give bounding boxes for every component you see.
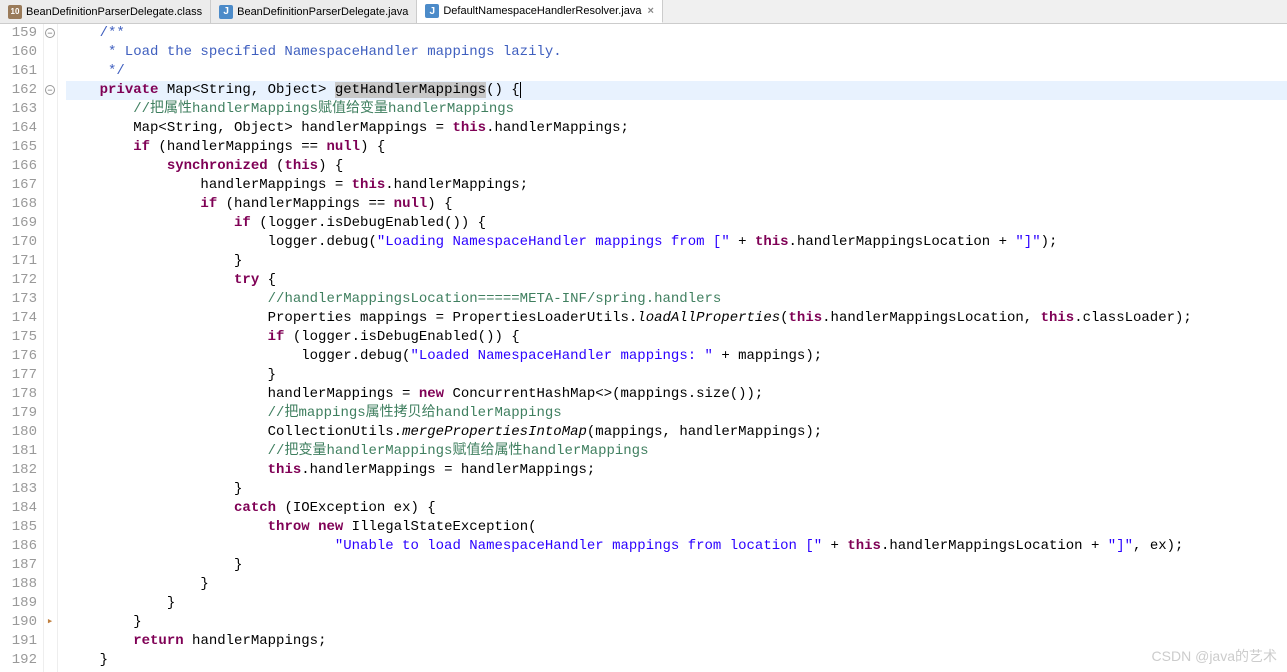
class-file-icon: 10: [8, 5, 22, 19]
folding-marker-gutter: − − ▸: [44, 24, 58, 672]
code-line[interactable]: Properties mappings = PropertiesLoaderUt…: [66, 309, 1287, 328]
fold-toggle-icon[interactable]: −: [45, 85, 55, 95]
line-number: 165: [0, 138, 37, 157]
code-line[interactable]: CollectionUtils.mergePropertiesIntoMap(m…: [66, 423, 1287, 442]
code-line[interactable]: return handlerMappings;: [66, 632, 1287, 651]
line-number: 170: [0, 233, 37, 252]
code-content[interactable]: /** * Load the specified NamespaceHandle…: [58, 24, 1287, 672]
line-number: 184: [0, 499, 37, 518]
line-number: 175: [0, 328, 37, 347]
line-number: 189: [0, 594, 37, 613]
line-number: 181: [0, 442, 37, 461]
tab-label: BeanDefinitionParserDelegate.class: [26, 6, 202, 18]
tab-0[interactable]: 10 BeanDefinitionParserDelegate.class: [0, 0, 211, 23]
code-line[interactable]: if (handlerMappings == null) {: [66, 195, 1287, 214]
line-number: 171: [0, 252, 37, 271]
code-line[interactable]: */: [66, 62, 1287, 81]
line-number: 177: [0, 366, 37, 385]
line-number: 174: [0, 309, 37, 328]
code-line[interactable]: if (logger.isDebugEnabled()) {: [66, 328, 1287, 347]
line-number: 169: [0, 214, 37, 233]
tab-label: BeanDefinitionParserDelegate.java: [237, 6, 408, 18]
code-line[interactable]: }: [66, 613, 1287, 632]
line-number: 178: [0, 385, 37, 404]
code-line[interactable]: //handlerMappingsLocation=====META-INF/s…: [66, 290, 1287, 309]
line-number: 159: [0, 24, 37, 43]
line-number: 176: [0, 347, 37, 366]
code-line[interactable]: handlerMappings = new ConcurrentHashMap<…: [66, 385, 1287, 404]
line-number: 185: [0, 518, 37, 537]
line-number: 180: [0, 423, 37, 442]
code-line[interactable]: }: [66, 594, 1287, 613]
line-number: 167: [0, 176, 37, 195]
line-number: 162: [0, 81, 37, 100]
line-number: 191: [0, 632, 37, 651]
code-line[interactable]: synchronized (this) {: [66, 157, 1287, 176]
code-line[interactable]: throw new IllegalStateException(: [66, 518, 1287, 537]
editor-tabs: 10 BeanDefinitionParserDelegate.class J Bea…: [0, 0, 1287, 24]
line-number: 173: [0, 290, 37, 309]
line-number: 161: [0, 62, 37, 81]
code-line[interactable]: handlerMappings = this.handlerMappings;: [66, 176, 1287, 195]
code-line[interactable]: }: [66, 575, 1287, 594]
tab-label: DefaultNamespaceHandlerResolver.java: [443, 5, 641, 17]
line-number: 183: [0, 480, 37, 499]
code-line[interactable]: /**: [66, 24, 1287, 43]
line-number-gutter: 1591601611621631641651661671681691701711…: [0, 24, 44, 672]
line-number: 186: [0, 537, 37, 556]
code-line[interactable]: if (logger.isDebugEnabled()) {: [66, 214, 1287, 233]
line-number: 192: [0, 651, 37, 670]
java-file-icon: J: [219, 5, 233, 19]
code-line[interactable]: }: [66, 366, 1287, 385]
code-line[interactable]: catch (IOException ex) {: [66, 499, 1287, 518]
line-number: 172: [0, 271, 37, 290]
line-number: 160: [0, 43, 37, 62]
override-marker-icon: ▸: [45, 617, 55, 627]
line-number: 190: [0, 613, 37, 632]
code-line[interactable]: }: [66, 556, 1287, 575]
code-line[interactable]: }: [66, 651, 1287, 670]
line-number: 164: [0, 119, 37, 138]
java-file-icon: J: [425, 4, 439, 18]
code-line[interactable]: this.handlerMappings = handlerMappings;: [66, 461, 1287, 480]
code-line[interactable]: }: [66, 480, 1287, 499]
line-number: 187: [0, 556, 37, 575]
line-number: 188: [0, 575, 37, 594]
line-number: 179: [0, 404, 37, 423]
line-number: 168: [0, 195, 37, 214]
tab-2[interactable]: J DefaultNamespaceHandlerResolver.java ×: [417, 0, 663, 23]
line-number: 182: [0, 461, 37, 480]
code-line[interactable]: //把mappings属性拷贝给handlerMappings: [66, 404, 1287, 423]
code-line[interactable]: logger.debug("Loaded NamespaceHandler ma…: [66, 347, 1287, 366]
editor-area: 1591601611621631641651661671681691701711…: [0, 24, 1287, 672]
watermark-text: CSDN @java的艺术: [1152, 646, 1277, 666]
code-line[interactable]: logger.debug("Loading NamespaceHandler m…: [66, 233, 1287, 252]
code-line[interactable]: //把变量handlerMappings赋值给属性handlerMappings: [66, 442, 1287, 461]
code-line[interactable]: private Map<String, Object> getHandlerMa…: [66, 81, 1287, 100]
code-line[interactable]: try {: [66, 271, 1287, 290]
tab-1[interactable]: J BeanDefinitionParserDelegate.java: [211, 0, 417, 23]
code-line[interactable]: //把属性handlerMappings赋值给变量handlerMappings: [66, 100, 1287, 119]
fold-toggle-icon[interactable]: −: [45, 28, 55, 38]
code-line[interactable]: * Load the specified NamespaceHandler ma…: [66, 43, 1287, 62]
code-line[interactable]: if (handlerMappings == null) {: [66, 138, 1287, 157]
close-icon[interactable]: ×: [647, 5, 653, 17]
line-number: 166: [0, 157, 37, 176]
code-line[interactable]: Map<String, Object> handlerMappings = th…: [66, 119, 1287, 138]
code-line[interactable]: "Unable to load NamespaceHandler mapping…: [66, 537, 1287, 556]
line-number: 163: [0, 100, 37, 119]
code-line[interactable]: }: [66, 252, 1287, 271]
